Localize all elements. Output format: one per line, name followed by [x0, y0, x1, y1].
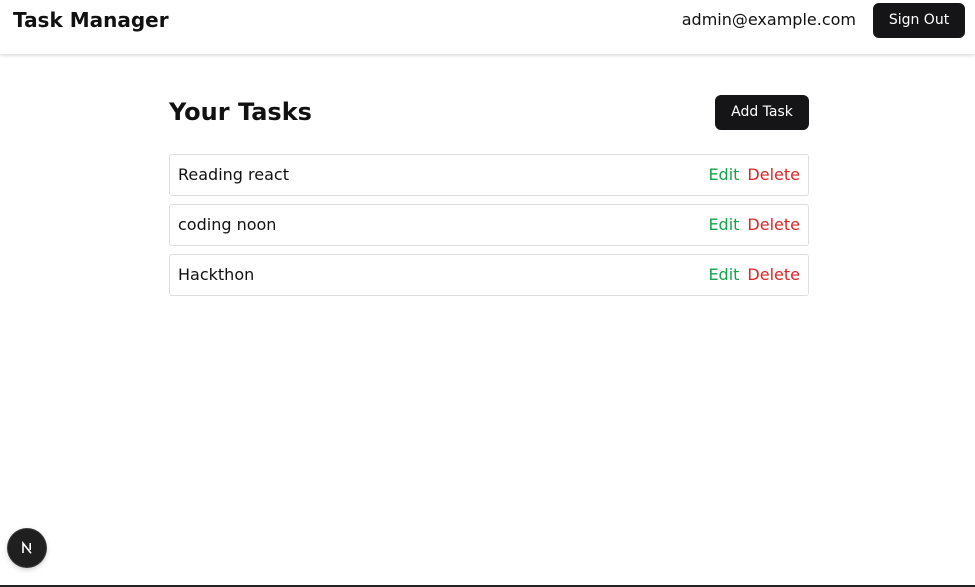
task-row: Hackthon Edit Delete [169, 254, 809, 296]
user-email: admin@example.com [681, 10, 856, 29]
nextjs-logo-icon [22, 540, 32, 554]
nextjs-dev-indicator[interactable] [8, 529, 46, 567]
sign-out-button[interactable]: Sign Out [873, 3, 965, 38]
task-actions: Edit Delete [708, 265, 800, 285]
task-title: Reading react [178, 165, 289, 184]
add-task-button[interactable]: Add Task [715, 95, 809, 130]
delete-task-button[interactable]: Delete [747, 265, 800, 284]
page-title: Your Tasks [169, 98, 312, 126]
edit-task-button[interactable]: Edit [708, 265, 739, 284]
edit-task-button[interactable]: Edit [708, 165, 739, 184]
task-title: Hackthon [178, 265, 255, 284]
task-row: coding noon Edit Delete [169, 204, 809, 246]
top-navbar: Task Manager admin@example.com Sign Out [0, 0, 975, 54]
task-actions: Edit Delete [708, 165, 800, 185]
task-title: coding noon [178, 215, 277, 234]
task-actions: Edit Delete [708, 215, 800, 235]
edit-task-button[interactable]: Edit [708, 215, 739, 234]
app-title: Task Manager [13, 8, 169, 32]
task-list: Reading react Edit Delete coding noon Edi… [169, 154, 809, 304]
delete-task-button[interactable]: Delete [747, 215, 800, 234]
delete-task-button[interactable]: Delete [747, 165, 800, 184]
task-row: Reading react Edit Delete [169, 154, 809, 196]
